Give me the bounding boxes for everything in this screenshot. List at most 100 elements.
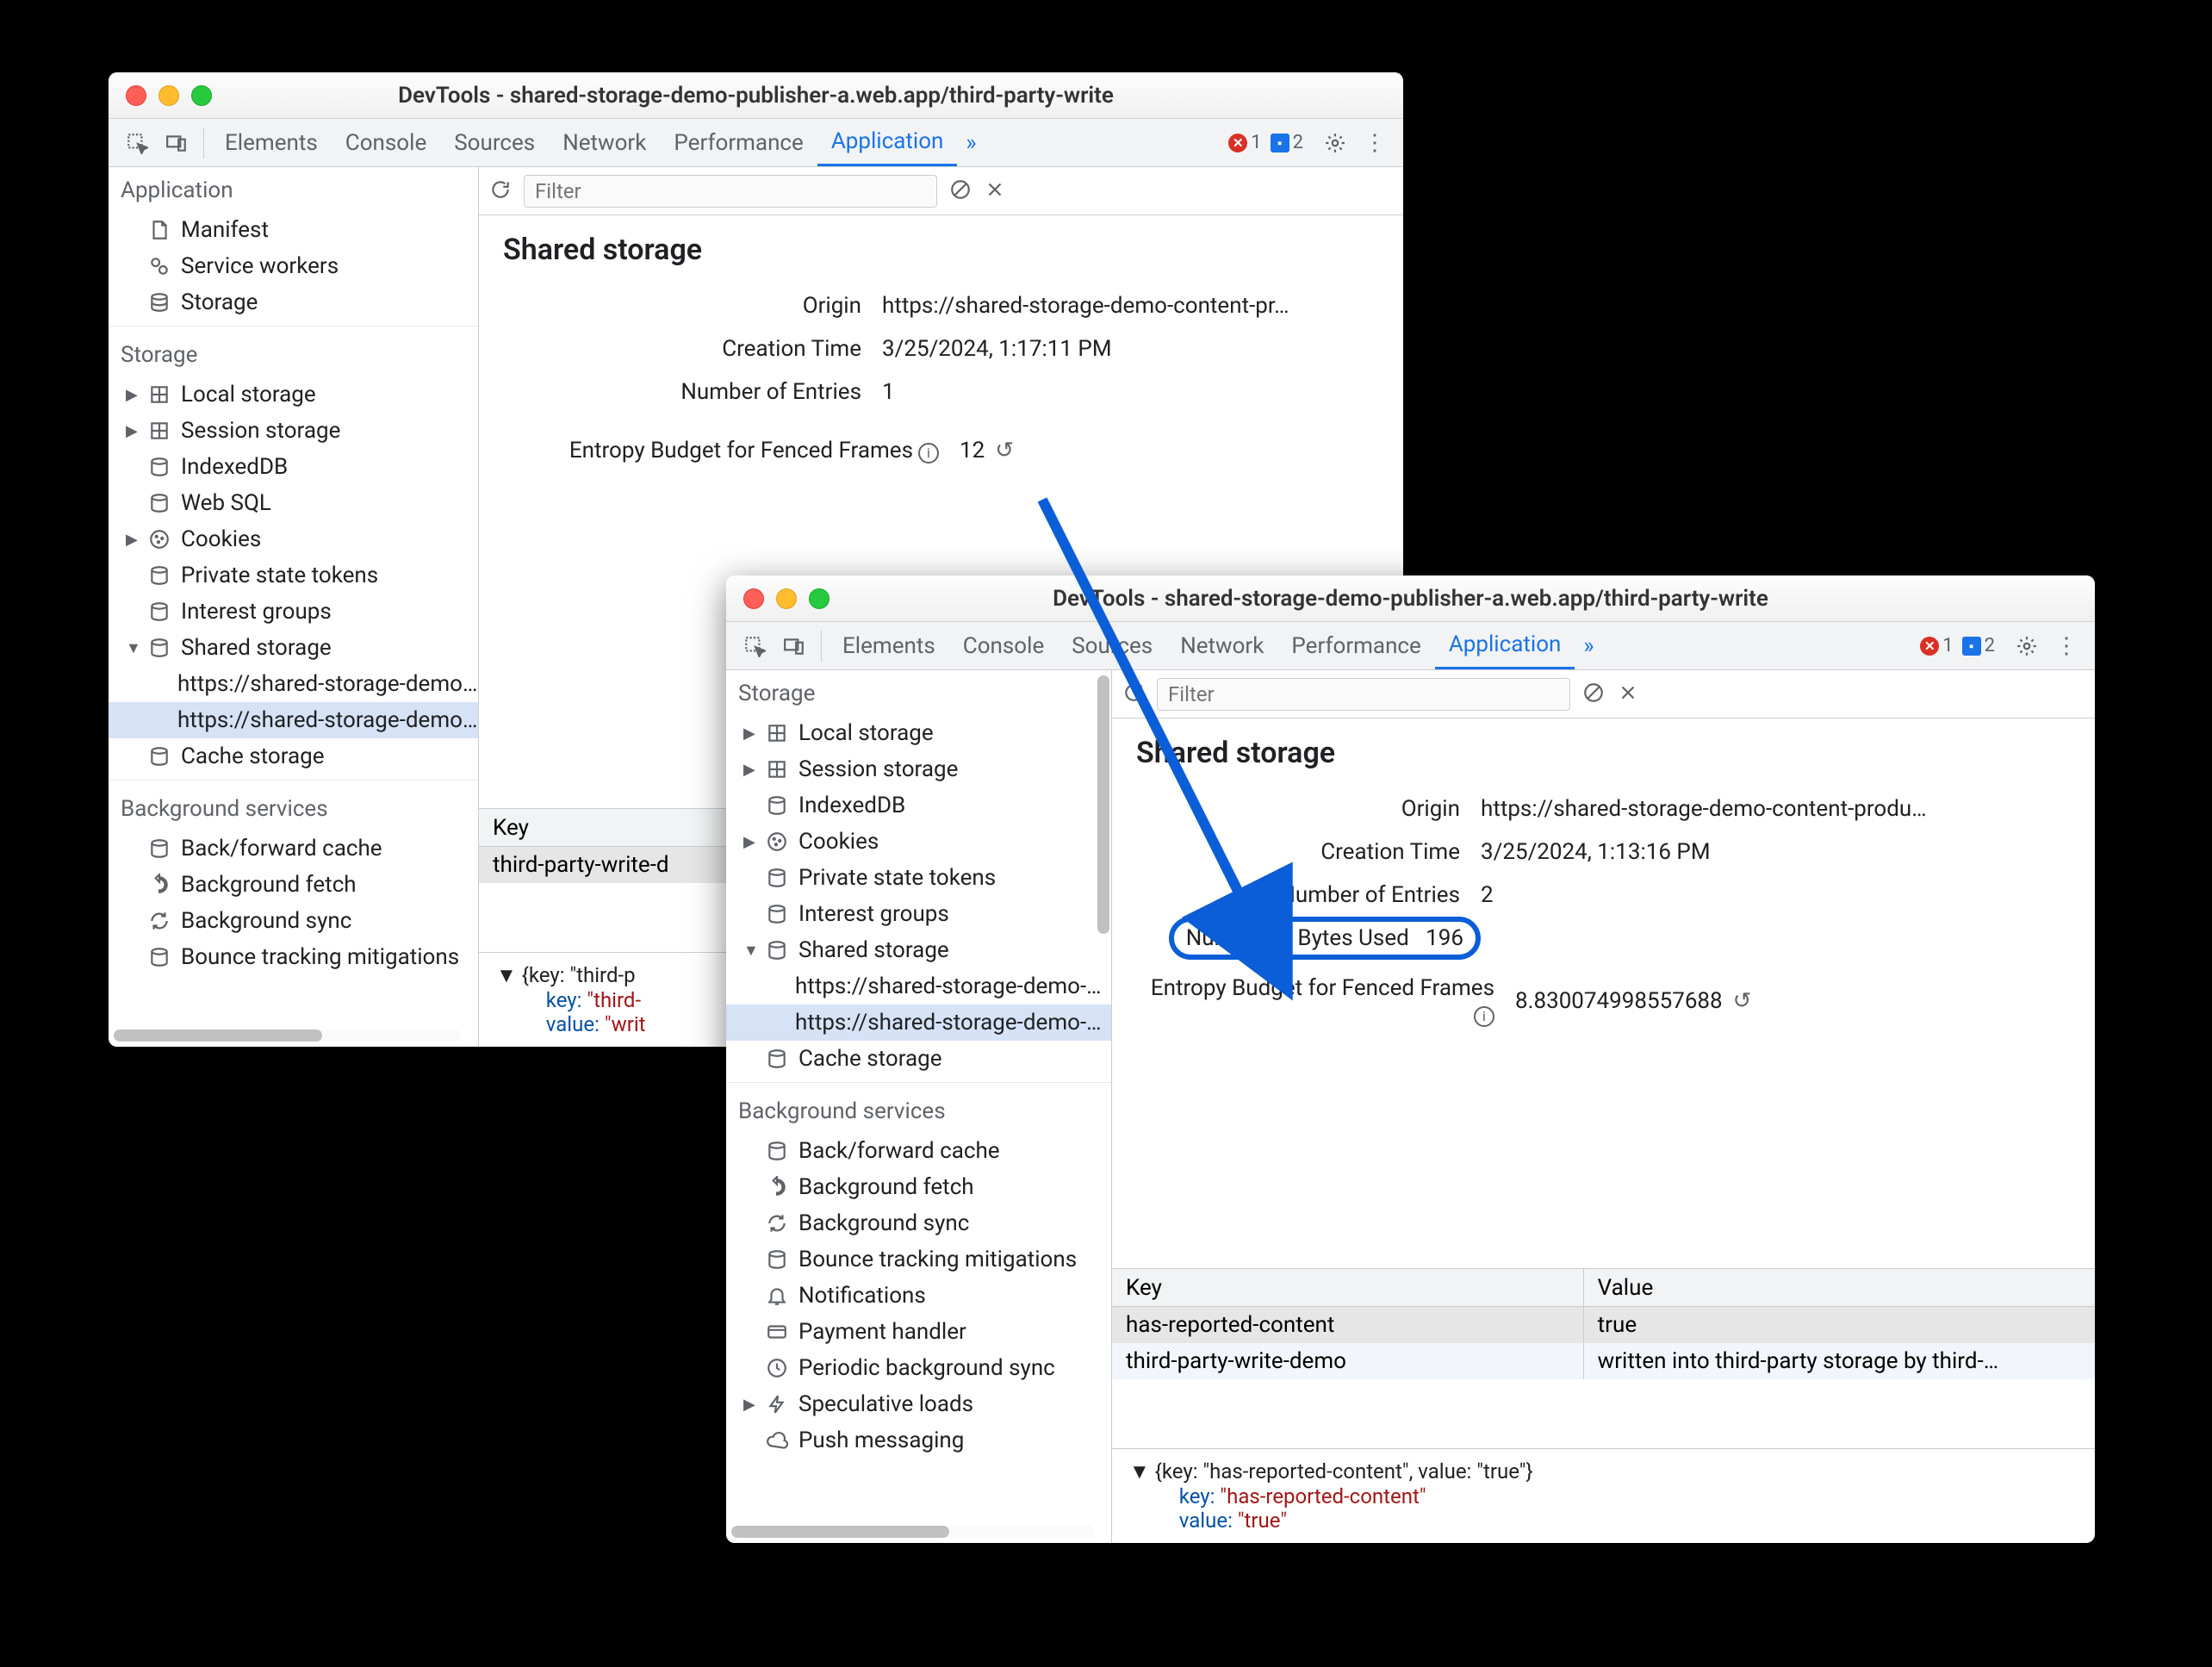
sidebar-item-cookies[interactable]: ▶Cookies	[726, 824, 1111, 860]
key-header[interactable]: Key	[1112, 1269, 1584, 1306]
maximize-button[interactable]	[809, 588, 830, 609]
cookie-icon	[764, 830, 790, 853]
reset-icon[interactable]: ↺	[1733, 988, 1752, 1014]
sidebar-item-manifest[interactable]: Manifest	[109, 212, 478, 248]
more-icon[interactable]: ⋮	[2047, 633, 2086, 659]
sidebar-item-speculative-loads[interactable]: ▶Speculative loads	[726, 1386, 1111, 1422]
sidebar-item-background-sync[interactable]: Background sync	[109, 903, 478, 939]
sidebar-item-private-state-tokens[interactable]: Private state tokens	[726, 860, 1111, 896]
chevron-right-icon: ▶	[126, 386, 143, 404]
inspect-icon[interactable]	[117, 132, 157, 154]
sidebar-item-shared-storage[interactable]: ▼Shared storage	[726, 932, 1111, 968]
tab-network[interactable]: Network	[1166, 622, 1277, 669]
settings-icon[interactable]	[1315, 132, 1355, 154]
close-button[interactable]	[743, 588, 764, 609]
tab-console[interactable]: Console	[332, 119, 440, 166]
value-header[interactable]: Value	[1584, 1269, 2095, 1306]
maximize-button[interactable]	[191, 85, 212, 106]
tab-elements[interactable]: Elements	[211, 119, 332, 166]
close-button[interactable]	[126, 85, 146, 106]
table-row[interactable]: third-party-write-demowritten into third…	[1112, 1343, 2095, 1379]
issue-badge[interactable]: ▪2	[1271, 132, 1303, 153]
bytes-label: Number of Bytes Used	[1186, 925, 1409, 951]
sidebar-item-interest-groups[interactable]: Interest groups	[109, 594, 478, 630]
entries-value: 1	[882, 379, 1379, 405]
sidebar-item-cache-storage[interactable]: Cache storage	[109, 738, 478, 774]
sidebar-item-bounce-tracking[interactable]: Bounce tracking mitigations	[726, 1241, 1111, 1278]
sidebar-scrollbar[interactable]	[114, 1029, 461, 1042]
sidebar-vscroll[interactable]	[1097, 675, 1109, 934]
sidebar-item-storage[interactable]: Storage	[109, 284, 478, 320]
database-icon	[146, 600, 172, 623]
clear-icon[interactable]	[1582, 681, 1605, 707]
sidebar-item-background-sync[interactable]: Background sync	[726, 1205, 1111, 1241]
table-row[interactable]: has-reported-contenttrue	[1112, 1307, 2095, 1343]
error-badge[interactable]: ✕1	[1920, 635, 1953, 656]
bell-icon	[764, 1284, 790, 1307]
tab-performance[interactable]: Performance	[1277, 622, 1434, 669]
sidebar-item-background-fetch[interactable]: Background fetch	[726, 1169, 1111, 1205]
sidebar-item-websql[interactable]: Web SQL	[109, 485, 478, 521]
sidebar-item-cookies[interactable]: ▶Cookies	[109, 521, 478, 557]
info-icon[interactable]: i	[1474, 1006, 1494, 1027]
detail-toolbar	[1112, 670, 2095, 718]
minimize-button[interactable]	[776, 588, 797, 609]
error-badge[interactable]: ✕1	[1228, 132, 1261, 153]
sidebar-shared-origin-1[interactable]: https://shared-storage-demo-…	[109, 666, 478, 702]
tab-performance[interactable]: Performance	[660, 119, 817, 166]
device-icon[interactable]	[157, 132, 196, 154]
tab-console[interactable]: Console	[949, 622, 1058, 669]
chevron-right-icon: ▶	[743, 833, 761, 851]
reset-icon[interactable]: ↺	[995, 438, 1014, 463]
refresh-icon[interactable]	[489, 178, 512, 204]
more-tabs-icon[interactable]: »	[1575, 633, 1602, 659]
more-icon[interactable]: ⋮	[1355, 130, 1395, 156]
section-storage: Storage	[109, 332, 478, 376]
sidebar-item-session-storage[interactable]: ▶Session storage	[109, 413, 478, 449]
tab-network[interactable]: Network	[549, 119, 660, 166]
clear-icon[interactable]	[949, 178, 972, 204]
inspect-icon[interactable]	[735, 635, 774, 657]
tab-application[interactable]: Application	[817, 119, 958, 166]
sidebar-item-background-fetch[interactable]: Background fetch	[109, 867, 478, 903]
sidebar-shared-origin-2[interactable]: https://shared-storage-demo-…	[726, 1005, 1111, 1041]
sidebar-item-local-storage[interactable]: ▶Local storage	[109, 376, 478, 413]
close-icon[interactable]	[984, 178, 1006, 204]
tab-sources[interactable]: Sources	[1058, 622, 1166, 669]
filter-input[interactable]	[1157, 678, 1570, 711]
sidebar-shared-origin-2[interactable]: https://shared-storage-demo-…	[109, 702, 478, 738]
devtools-window-2: DevTools - shared-storage-demo-publisher…	[726, 575, 2095, 1543]
sidebar-item-interest-groups[interactable]: Interest groups	[726, 896, 1111, 932]
sidebar-shared-origin-1[interactable]: https://shared-storage-demo-…	[726, 968, 1111, 1005]
close-icon[interactable]	[1617, 681, 1639, 707]
sidebar-item-push-messaging[interactable]: Push messaging	[726, 1422, 1111, 1459]
tab-elements[interactable]: Elements	[829, 622, 949, 669]
issue-badge[interactable]: ▪2	[1962, 635, 1995, 656]
filter-input[interactable]	[524, 175, 937, 208]
sidebar-item-cache-storage[interactable]: Cache storage	[726, 1041, 1111, 1077]
sidebar-item-payment-handler[interactable]: Payment handler	[726, 1314, 1111, 1350]
main-tabbar: Elements Console Sources Network Perform…	[726, 622, 2095, 670]
sidebar-item-notifications[interactable]: Notifications	[726, 1278, 1111, 1314]
sidebar-item-back-forward-cache[interactable]: Back/forward cache	[109, 830, 478, 867]
info-icon[interactable]: i	[918, 443, 939, 463]
sidebar-scrollbar[interactable]	[731, 1526, 1094, 1538]
sidebar-item-service-workers[interactable]: Service workers	[109, 248, 478, 284]
tab-application[interactable]: Application	[1435, 622, 1575, 669]
sidebar-item-indexeddb[interactable]: IndexedDB	[726, 787, 1111, 824]
tab-sources[interactable]: Sources	[440, 119, 549, 166]
sidebar-item-back-forward-cache[interactable]: Back/forward cache	[726, 1133, 1111, 1169]
minimize-button[interactable]	[158, 85, 179, 106]
sidebar-item-periodic-sync[interactable]: Periodic background sync	[726, 1350, 1111, 1386]
sidebar-item-session-storage[interactable]: ▶Session storage	[726, 751, 1111, 787]
sidebar-item-indexeddb[interactable]: IndexedDB	[109, 449, 478, 485]
more-tabs-icon[interactable]: »	[957, 130, 985, 156]
sidebar-item-local-storage[interactable]: ▶Local storage	[726, 715, 1111, 751]
device-icon[interactable]	[774, 635, 814, 657]
sidebar-item-shared-storage[interactable]: ▼Shared storage	[109, 630, 478, 666]
settings-icon[interactable]	[2007, 635, 2047, 657]
sidebar-item-private-state-tokens[interactable]: Private state tokens	[109, 557, 478, 594]
sidebar-item-bounce-tracking[interactable]: Bounce tracking mitigations	[109, 939, 478, 975]
refresh-icon[interactable]	[1122, 681, 1145, 707]
chevron-down-icon: ▼	[126, 639, 143, 657]
